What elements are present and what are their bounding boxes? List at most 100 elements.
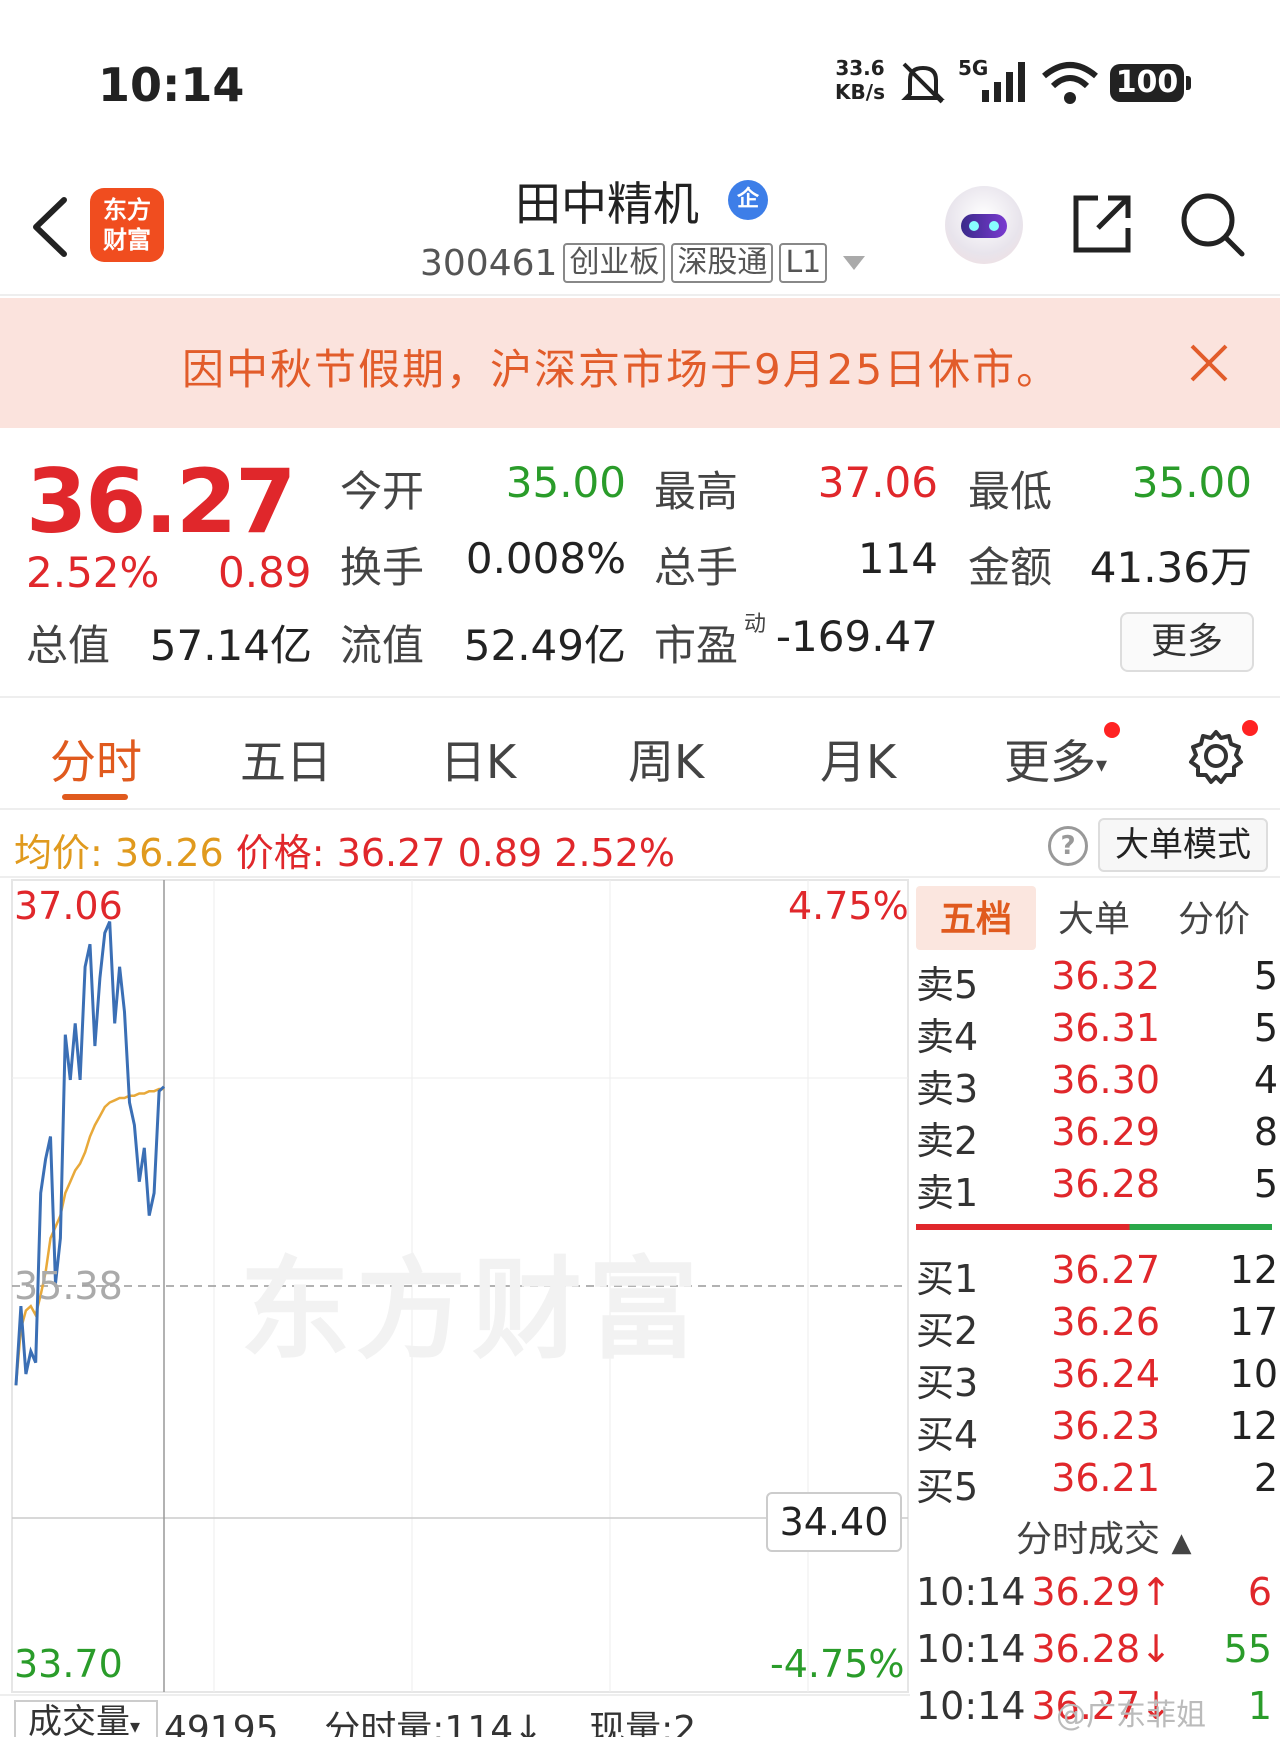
caret-down-icon: ▾ [130,1714,141,1737]
tab-daily-k[interactable]: 日K [440,726,516,792]
app-logo-line1: 东方 [103,196,151,224]
level-tag: L1 [779,243,828,283]
tab-monthly-k[interactable]: 月K [820,726,896,792]
pct-label-top: 4.75% [788,884,909,928]
net-speed: 33.6 KB/s [832,56,888,104]
tick-trades-title[interactable]: 分时成交 ▲ [1016,1510,1191,1562]
ask-level-price: 36.29 [1051,1110,1160,1154]
tick-volume: 6 [1247,1570,1272,1614]
quote-label-open: 今开 [340,467,425,516]
active-tab-indicator [62,794,128,800]
price-chg-amt: 0.89 [457,831,543,875]
enterprise-badge: 企 [728,180,768,220]
avg-info: 均价: 36.26 价格: 36.27 0.89 2.52% [14,822,675,877]
bid-level-row: 买3 36.24 10 [916,1352,1278,1405]
bid-level-volume: 2 [1253,1456,1278,1500]
tick-time: 10:14 [916,1570,1026,1614]
y-label-top: 37.06 [14,884,123,928]
quote-value-amount: 41.36万 [1089,543,1252,592]
bid-level-price: 36.27 [1051,1248,1160,1292]
volume-indicator-selector[interactable]: 成交量▾ [14,1700,158,1737]
chart-period-tabs: 分时 五日 日K 周K 月K 更多▾ [0,700,1280,810]
quote-label-mktcap: 总值 [26,621,111,670]
ask-level-row: 卖2 36.29 8 [916,1110,1278,1163]
battery-indicator: 100 [1110,64,1191,102]
ask-level-volume: 5 [1253,954,1278,998]
ask-level-volume: 5 [1253,1006,1278,1050]
quote-value-high: 37.06 [817,458,938,507]
tick-volume: 55 [1223,1627,1272,1671]
stock-code-row[interactable]: 300461 创业板 深股通 L1 [420,240,866,286]
share-icon[interactable] [1068,190,1136,258]
bid-level-label: 买2 [916,1309,979,1353]
caret-down-icon: ▾ [1096,753,1108,778]
change-amount: 0.89 [218,548,312,597]
quote-value-open: 35.00 [505,458,626,507]
ask-level-row: 卖3 36.30 4 [916,1058,1278,1111]
tab-more-label: 更多 [1004,735,1096,789]
notice-text: 因中秋节假期，沪深京市场于9月25日休市。 [182,345,1061,394]
tick-price: 36.29↑ [1031,1570,1172,1614]
avg-label: 均价: [14,831,103,875]
mute-bell-icon [901,62,945,104]
tick-trade-row: 10:14 36.29↑ 6 [916,1570,1272,1626]
big-order-mode-button[interactable]: 大单模式 [1098,818,1268,872]
ask-level-row: 卖4 36.31 5 [916,1006,1278,1059]
ask-level-row: 卖5 36.32 5 [916,954,1278,1007]
bid-level-label: 买3 [916,1361,979,1405]
more-quote-button[interactable]: 更多 [1120,612,1254,672]
bid-level-price: 36.26 [1051,1300,1160,1344]
stock-header: 东方 财富 田中精机 企 300461 创业板 深股通 L1 [0,150,1280,296]
bid-level-row: 买1 36.27 12 [916,1248,1278,1301]
ask-level-price: 36.28 [1051,1162,1160,1206]
tick-price: 36.28↓ [1031,1627,1172,1671]
price-label: 价格: [235,831,325,875]
net-speed-unit: KB/s [835,80,885,104]
tick-trade-row: 10:14 36.28↓ 55 [916,1627,1272,1683]
bid-level-volume: 10 [1229,1352,1278,1396]
search-icon[interactable] [1178,190,1248,260]
tab-more[interactable]: 更多▾ [1004,726,1107,792]
ask-level-label: 卖2 [916,1119,979,1163]
tick-trades-label: 分时成交 [1016,1519,1161,1560]
quote-label-high: 最高 [654,467,739,516]
bid-level-volume: 17 [1229,1300,1278,1344]
close-icon[interactable] [1184,338,1234,388]
caret-up-icon: ▲ [1171,1528,1192,1558]
ask-level-row: 卖1 36.28 5 [916,1162,1278,1215]
settings-gear-icon[interactable] [1186,726,1246,786]
ask-level-price: 36.31 [1051,1006,1160,1050]
help-icon[interactable]: ? [1048,826,1088,866]
book-tab-five-level[interactable]: 五档 [940,890,1012,942]
price-line [14,921,166,1386]
bid-level-volume: 12 [1229,1248,1278,1292]
settings-notification-dot [1242,720,1258,736]
chevron-down-icon[interactable] [843,256,866,270]
change-percent: 2.52% [26,548,160,597]
ask-level-label: 卖3 [916,1067,979,1111]
book-tab-price-dist[interactable]: 分价 [1178,890,1250,942]
net-speed-value: 33.6 [835,56,885,80]
quote-value-turnover: 0.008% [465,534,626,583]
tick-time: 10:14 [916,1627,1026,1671]
tab-intraday[interactable]: 分时 [50,726,142,792]
signal-icon [982,62,1025,102]
holiday-notice-banner: 因中秋节假期，沪深京市场于9月25日休市。 [0,298,1280,428]
ai-assistant-avatar[interactable] [945,186,1023,264]
tab-five-day[interactable]: 五日 [240,726,332,792]
bid-level-row: 买5 36.21 2 [916,1456,1278,1509]
tab-weekly-k[interactable]: 周K [628,726,704,792]
stock-code: 300461 [420,242,558,284]
ask-level-label: 卖5 [916,963,979,1007]
back-arrow-icon[interactable] [26,192,76,262]
stock-name: 田中精机 [515,177,699,231]
ask-level-volume: 8 [1253,1110,1278,1154]
ask-level-volume: 5 [1253,1162,1278,1206]
bid-level-label: 买5 [916,1465,979,1509]
quote-value-mktcap: 57.14亿 [149,621,312,670]
book-tab-big-order[interactable]: 大单 [1058,890,1130,942]
bid-level-label: 买1 [916,1257,979,1301]
status-clock: 10:14 [98,58,245,112]
average-price-bar: 均价: 36.26 价格: 36.27 0.89 2.52% [0,812,1280,878]
more-notification-dot [1104,722,1120,738]
